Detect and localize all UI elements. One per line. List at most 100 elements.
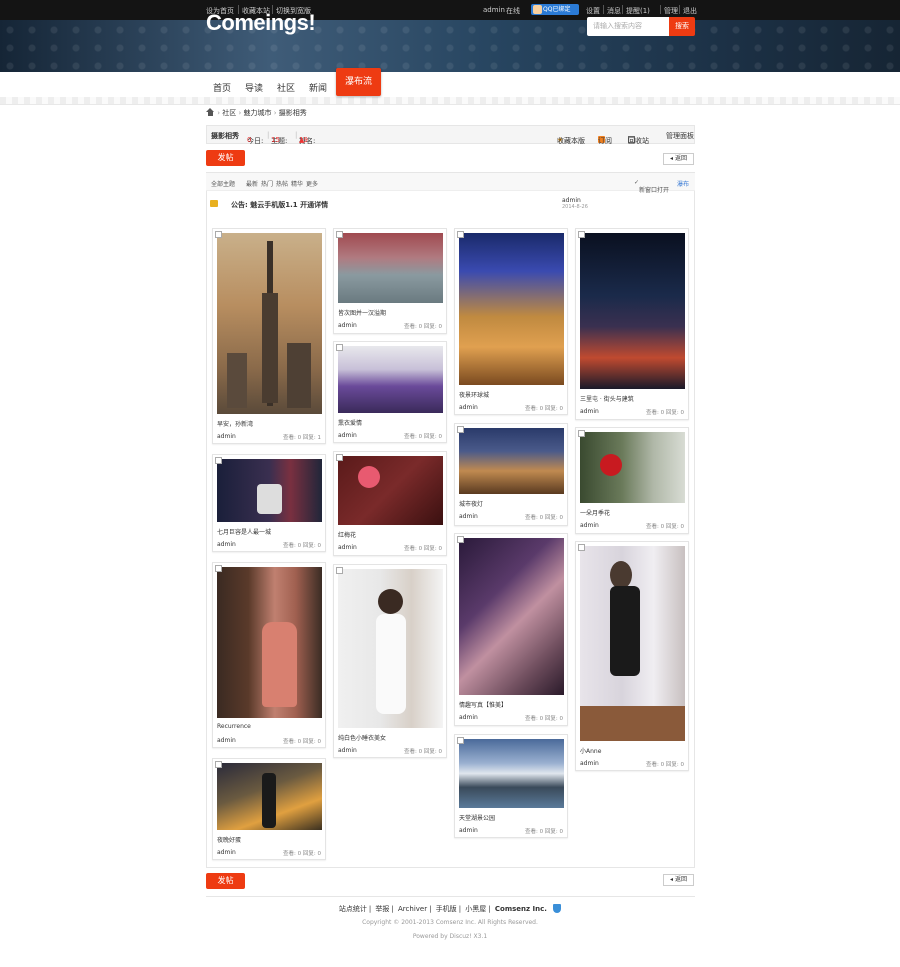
post-title[interactable]: 城市夜灯	[459, 499, 564, 508]
post-card[interactable]: 夜景环球城 admin 查看: 0 回复: 0	[454, 228, 568, 415]
select-checkbox[interactable]	[457, 737, 464, 744]
post-author[interactable]: admin	[338, 544, 357, 551]
home-icon[interactable]	[206, 108, 215, 116]
post-card[interactable]: Recurrence admin 查看: 0 回复: 0	[212, 562, 326, 748]
post-thumbnail[interactable]	[459, 233, 564, 385]
post-author[interactable]: admin	[459, 404, 478, 411]
post-title[interactable]: 情趣写真【惟美】	[459, 700, 564, 709]
post-author[interactable]: admin	[217, 433, 236, 440]
post-card[interactable]: 小Anne admin 查看: 0 回复: 0	[575, 541, 689, 771]
breadcrumb-forum[interactable]: 社区	[222, 109, 236, 117]
filter-hot-posts[interactable]: 热帖	[276, 179, 288, 188]
search-button[interactable]: 搜索	[669, 17, 695, 36]
nav-guide[interactable]: 导读	[245, 81, 263, 94]
announcement-author[interactable]: admin	[562, 197, 581, 204]
post-card[interactable]: 城市夜灯 admin 查看: 0 回复: 0	[454, 423, 568, 526]
online-status[interactable]: 在线	[506, 6, 520, 16]
select-checkbox[interactable]	[336, 231, 343, 238]
post-thumbnail[interactable]	[338, 346, 443, 413]
post-author[interactable]: admin	[459, 513, 478, 520]
select-checkbox[interactable]	[457, 231, 464, 238]
back-button[interactable]: ◂ 返回	[663, 153, 694, 165]
logout-link[interactable]: 退出	[683, 6, 697, 16]
new-window-toggle[interactable]: ✓ 新窗口打开	[634, 179, 669, 194]
post-author[interactable]: admin	[580, 760, 599, 767]
post-author[interactable]: admin	[217, 737, 236, 744]
post-title[interactable]: Recurrence	[217, 723, 322, 730]
footer-blacklist-link[interactable]: 小黑屋	[465, 905, 486, 913]
post-card[interactable]: 纯白色小睡衣美女 admin 查看: 0 回复: 0	[333, 564, 447, 758]
post-title[interactable]: 七月巨容是人最一城	[217, 527, 322, 536]
nav-waterfall[interactable]: 瀑布流	[336, 68, 381, 96]
post-author[interactable]: admin	[580, 522, 599, 529]
post-author[interactable]: admin	[217, 541, 236, 548]
post-author[interactable]: admin	[580, 408, 599, 415]
post-author[interactable]: admin	[459, 714, 478, 721]
post-button-bottom[interactable]: 发帖	[206, 873, 245, 889]
announcement-row[interactable]: 公告: 魅云手机版1.1 开通详情 admin 2014-8-26	[206, 196, 695, 214]
post-card[interactable]: 一朵月季花 admin 查看: 0 回复: 0	[575, 427, 689, 534]
shield-icon[interactable]	[553, 904, 562, 913]
breadcrumb-board[interactable]: 摄影相秀	[279, 109, 307, 117]
select-checkbox[interactable]	[578, 231, 585, 238]
post-author[interactable]: admin	[338, 747, 357, 754]
footer-report-link[interactable]: 举报	[375, 905, 389, 913]
post-card[interactable]: 皆次图并一汉溢期 admin 查看: 0 回复: 0	[333, 228, 447, 334]
forum-name[interactable]: 摄影相秀	[211, 131, 239, 141]
filter-more[interactable]: 更多	[306, 179, 318, 188]
select-checkbox[interactable]	[215, 761, 222, 768]
post-thumbnail[interactable]	[338, 456, 443, 525]
post-card[interactable]: 熏衣爱情 admin 查看: 0 回复: 0	[333, 341, 447, 443]
select-checkbox[interactable]	[215, 231, 222, 238]
post-title[interactable]: 红梅花	[338, 530, 443, 539]
post-author[interactable]: admin	[338, 432, 357, 439]
post-thumbnail[interactable]	[580, 546, 685, 741]
post-card[interactable]: 红梅花 admin 查看: 0 回复: 0	[333, 451, 447, 556]
messages-link[interactable]: 消息	[607, 6, 621, 16]
post-thumbnail[interactable]	[217, 459, 322, 522]
post-author[interactable]: admin	[217, 849, 236, 856]
site-logo[interactable]: Comeings!	[206, 10, 316, 36]
select-checkbox[interactable]	[457, 536, 464, 543]
post-thumbnail[interactable]	[459, 428, 564, 494]
select-checkbox[interactable]	[215, 457, 222, 464]
nav-home[interactable]: 首页	[213, 81, 231, 94]
select-checkbox[interactable]	[457, 426, 464, 433]
post-title[interactable]: 熏衣爱情	[338, 418, 443, 427]
post-title[interactable]: 夜景环球城	[459, 390, 564, 399]
post-card[interactable]: 天堂湖景公园 admin 查看: 0 回复: 0	[454, 734, 568, 838]
post-title[interactable]: 小Anne	[580, 746, 685, 755]
post-thumbnail[interactable]	[217, 233, 322, 414]
post-button[interactable]: 发帖	[206, 150, 245, 166]
select-checkbox[interactable]	[578, 544, 585, 551]
footer-mobile-link[interactable]: 手机版	[436, 905, 457, 913]
post-card[interactable]: 早安，孙新湾 admin 查看: 0 回复: 1	[212, 228, 326, 444]
post-title[interactable]: 一朵月季花	[580, 508, 685, 517]
breadcrumb-category[interactable]: 魅力城市	[244, 109, 272, 117]
nav-forum[interactable]: 社区	[277, 81, 295, 94]
post-card[interactable]: 夜晚好蛋 admin 查看: 0 回复: 0	[212, 758, 326, 860]
waterfall-mode-link[interactable]: 瀑布	[677, 179, 689, 188]
select-checkbox[interactable]	[336, 567, 343, 574]
post-card[interactable]: 三里屯 · 街头与建筑 admin 查看: 0 回复: 0	[575, 228, 689, 420]
filter-latest[interactable]: 最新	[246, 179, 258, 188]
filter-digest[interactable]: 精华	[291, 179, 303, 188]
filter-all[interactable]: 全部主题	[211, 179, 235, 188]
qq-bound-badge[interactable]: QQ已绑定	[531, 4, 579, 15]
post-author[interactable]: admin	[338, 322, 357, 329]
settings-link[interactable]: 设置	[586, 6, 600, 16]
filter-hot[interactable]: 热门	[261, 179, 273, 188]
footer-company-link[interactable]: Comsenz Inc.	[495, 905, 547, 913]
post-thumbnail[interactable]	[459, 538, 564, 695]
announcement-title[interactable]: 公告: 魅云手机版1.1 开通详情	[231, 200, 328, 210]
post-title[interactable]: 天堂湖景公园	[459, 813, 564, 822]
select-checkbox[interactable]	[215, 565, 222, 572]
post-thumbnail[interactable]	[338, 233, 443, 303]
username-link[interactable]: admin	[483, 6, 505, 14]
post-thumbnail[interactable]	[580, 233, 685, 389]
post-thumbnail[interactable]	[217, 763, 322, 830]
footer-archiver-link[interactable]: Archiver	[398, 905, 427, 913]
post-thumbnail[interactable]	[459, 739, 564, 808]
admin-link[interactable]: 管理	[664, 6, 678, 16]
post-title[interactable]: 三里屯 · 街头与建筑	[580, 394, 685, 403]
